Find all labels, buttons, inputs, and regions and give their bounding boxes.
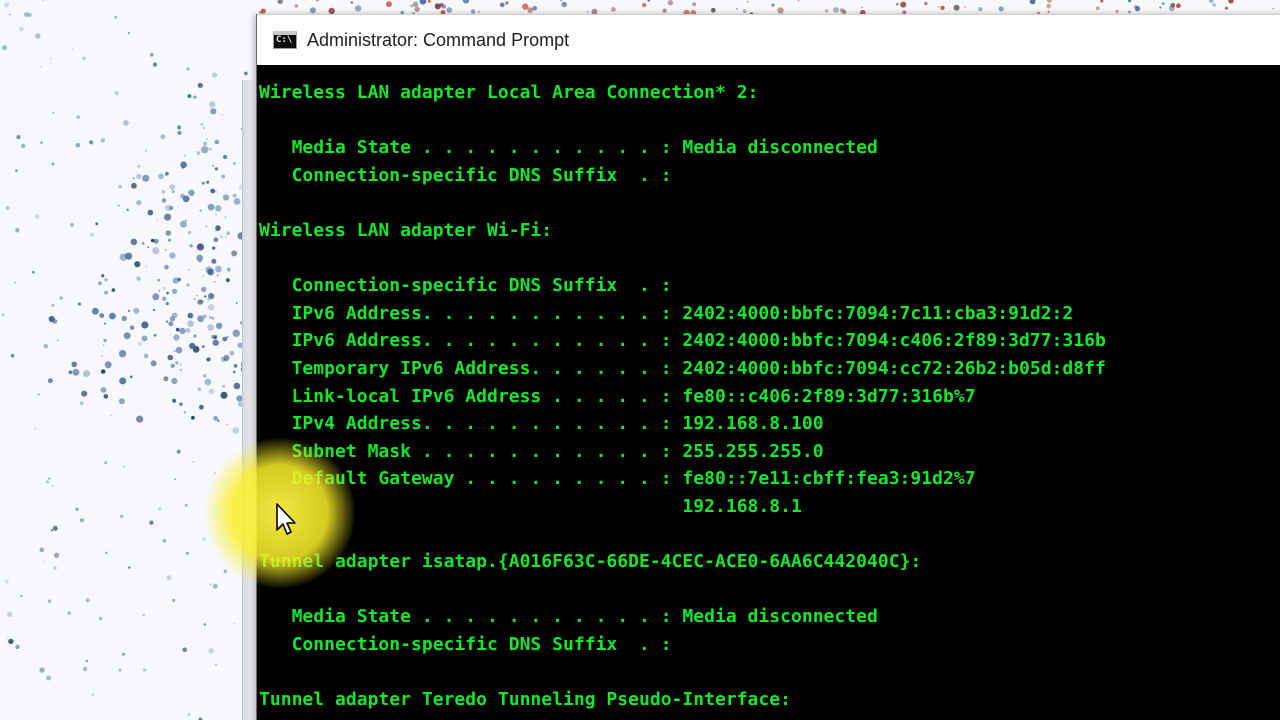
console-line: IPv4 Address. . . . . . . . . . . : 192.…	[259, 413, 824, 435]
console-line: Media State . . . . . . . . . . . : Medi…	[259, 606, 878, 628]
mouse-pointer-icon	[276, 503, 296, 535]
desktop: C:\ Administrator: Command Prompt Wirele…	[0, 0, 1280, 720]
console-line: Temporary IPv6 Address. . . . . . : 2402…	[259, 358, 1106, 379]
console-line: Wireless LAN adapter Wi-Fi:	[259, 220, 553, 241]
console-line: IPv6 Address. . . . . . . . . . . : 2402…	[259, 302, 1074, 324]
console-line: Tunnel adapter Teredo Tunneling Pseudo-I…	[259, 689, 791, 711]
console-line: Link-local IPv6 Address . . . . . : fe80…	[259, 385, 976, 407]
console-line: 192.168.8.1	[259, 496, 802, 517]
console-line: Subnet Mask . . . . . . . . . . . : 255.…	[259, 440, 824, 462]
background-window-edge	[242, 80, 257, 720]
console-output[interactable]: Wireless LAN adapter Local Area Connecti…	[257, 66, 1280, 720]
cmd-icon: C:\	[273, 31, 297, 49]
console-line: IPv6 Address. . . . . . . . . . . : 2402…	[259, 330, 1106, 352]
console-line: Connection-specific DNS Suffix . :	[259, 275, 672, 297]
console-line: Media State . . . . . . . . . . . : Medi…	[259, 137, 878, 159]
title-bar[interactable]: C:\ Administrator: Command Prompt	[257, 14, 1280, 65]
command-prompt-window[interactable]: C:\ Administrator: Command Prompt Wirele…	[256, 14, 1280, 720]
console-line: Tunnel adapter isatap.{A016F63C-66DE-4CE…	[259, 551, 922, 573]
console-line: Default Gateway . . . . . . . . . : fe80…	[259, 468, 976, 490]
console-line: Wireless LAN adapter Local Area Connecti…	[259, 82, 759, 103]
window-title: Administrator: Command Prompt	[307, 30, 570, 50]
console-line: Connection-specific DNS Suffix . :	[259, 164, 672, 186]
console-line: Connection-specific DNS Suffix . :	[259, 634, 672, 655]
cmd-icon-glyph: C:\	[276, 35, 293, 45]
